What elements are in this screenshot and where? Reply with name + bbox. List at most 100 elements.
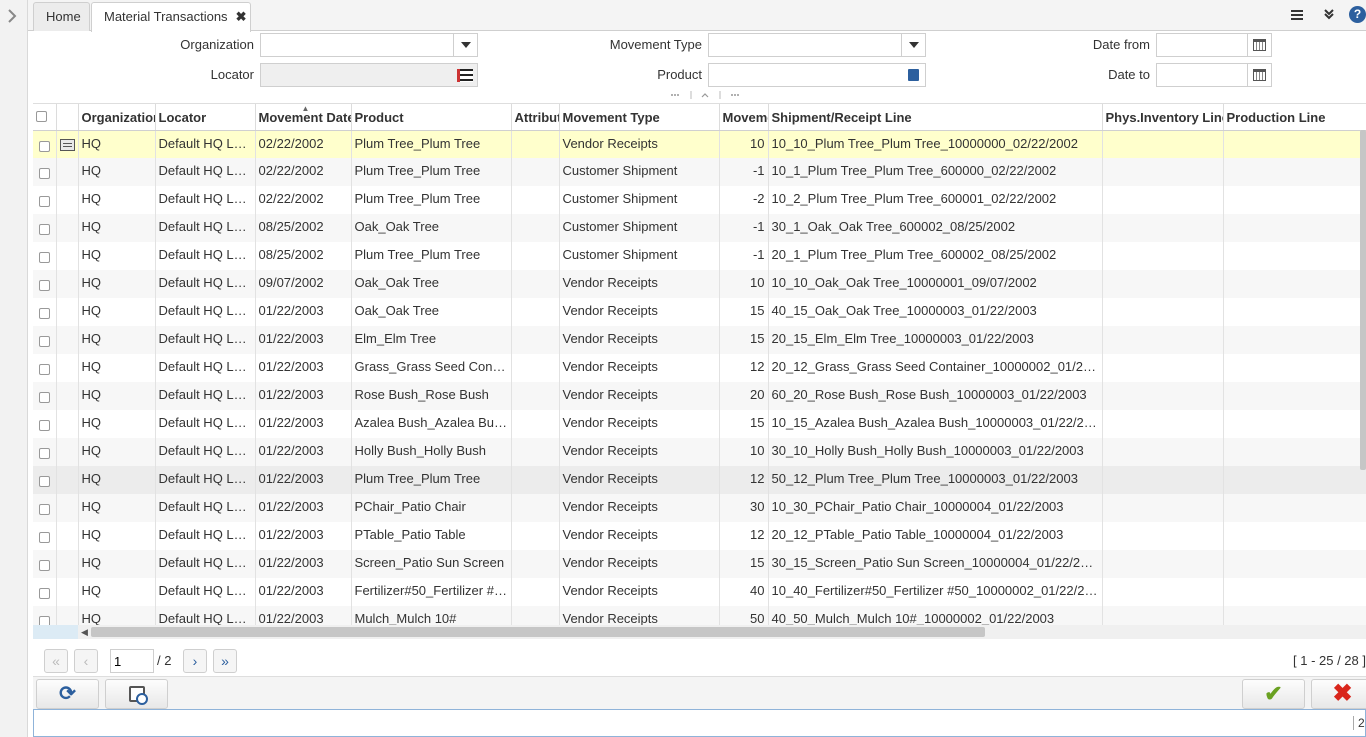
table-row[interactable]: HQDefault HQ Locator01/22/2003Grass_Gras… — [33, 354, 1366, 382]
cell-shipment-line[interactable]: 30_15_Screen_Patio Sun Screen_10000004_0… — [768, 550, 1103, 578]
cell-organization[interactable]: HQ — [78, 410, 156, 438]
cell-organization[interactable]: HQ — [78, 354, 156, 382]
cell-production-line[interactable] — [1223, 410, 1366, 438]
cell-organization[interactable]: HQ — [78, 578, 156, 606]
cell-movement-date[interactable]: 01/22/2003 — [255, 382, 352, 410]
row-checkbox[interactable] — [33, 186, 57, 214]
cell-production-line[interactable] — [1223, 522, 1366, 550]
cell-attribute-set[interactable] — [511, 214, 560, 242]
cell-production-line[interactable] — [1223, 382, 1366, 410]
cell-shipment-line[interactable]: 10_40_Fertilizer#50_Fertilizer #50_10000… — [768, 578, 1103, 606]
cell-movement-type[interactable]: Vendor Receipts — [559, 382, 720, 410]
cell-shipment-line[interactable]: 40_15_Oak_Oak Tree_10000003_01/22/2003 — [768, 298, 1103, 326]
cell-movement-date[interactable]: 09/07/2002 — [255, 270, 352, 298]
cell-movement-type[interactable]: Vendor Receipts — [559, 410, 720, 438]
row-checkbox[interactable] — [33, 466, 57, 494]
cell-organization[interactable]: HQ — [78, 326, 156, 354]
close-icon[interactable]: ✖ — [236, 9, 247, 24]
product-input[interactable] — [709, 64, 925, 86]
column-header-attribute-set[interactable]: Attribute Set Instance — [511, 104, 560, 131]
table-row[interactable]: HQDefault HQ Locator01/22/2003Holly Bush… — [33, 438, 1366, 466]
column-header-movement-quantity[interactable]: Movement Quantity — [719, 104, 769, 131]
chevron-down-icon[interactable] — [901, 34, 925, 56]
cell-shipment-line[interactable]: 10_1_Plum Tree_Plum Tree_600000_02/22/20… — [768, 158, 1103, 186]
cell-product[interactable]: Plum Tree_Plum Tree — [351, 242, 512, 270]
column-header-movement-date[interactable]: ▲ Movement Date — [255, 104, 352, 131]
cell-organization[interactable]: HQ — [78, 382, 156, 410]
cell-product[interactable]: PChair_Patio Chair — [351, 494, 512, 522]
cell-attribute-set[interactable] — [511, 298, 560, 326]
cell-movement-quantity[interactable]: 12 — [719, 354, 769, 382]
cell-shipment-line[interactable]: 10_30_PChair_Patio Chair_10000004_01/22/… — [768, 494, 1103, 522]
column-header-phys-inventory-line[interactable]: Phys.Inventory Line — [1102, 104, 1224, 131]
cell-attribute-set[interactable] — [511, 494, 560, 522]
date-from-field[interactable] — [1156, 33, 1272, 57]
cell-product[interactable]: Elm_Elm Tree — [351, 326, 512, 354]
cell-phys-inventory-line[interactable] — [1102, 270, 1224, 298]
horizontal-scrollbar[interactable]: ◀ — [33, 625, 1366, 639]
cell-locator[interactable]: Default HQ Locator — [155, 326, 256, 354]
cell-movement-quantity[interactable]: -1 — [719, 214, 769, 242]
cell-movement-quantity[interactable]: 40 — [719, 578, 769, 606]
cell-product[interactable]: Screen_Patio Sun Screen — [351, 550, 512, 578]
cell-locator[interactable]: Default HQ Locator — [155, 494, 256, 522]
cell-production-line[interactable] — [1223, 550, 1366, 578]
cell-organization[interactable]: HQ — [78, 550, 156, 578]
cell-locator[interactable]: Default HQ Locator — [155, 242, 256, 270]
search-icon[interactable] — [901, 64, 925, 86]
cell-phys-inventory-line[interactable] — [1102, 214, 1224, 242]
column-header-movement-type[interactable]: Movement Type — [559, 104, 720, 131]
cell-locator[interactable]: Default HQ Locator — [155, 158, 256, 186]
table-row[interactable]: HQDefault HQ Locator01/22/2003Plum Tree_… — [33, 466, 1366, 494]
cell-production-line[interactable] — [1223, 494, 1366, 522]
cell-locator[interactable]: Default HQ Locator — [155, 410, 256, 438]
cell-phys-inventory-line[interactable] — [1102, 494, 1224, 522]
cell-production-line[interactable] — [1223, 186, 1366, 214]
cell-organization[interactable]: HQ — [78, 438, 156, 466]
cell-attribute-set[interactable] — [511, 438, 560, 466]
cell-product[interactable]: PTable_Patio Table — [351, 522, 512, 550]
cell-movement-date[interactable]: 02/22/2002 — [255, 186, 352, 214]
cell-product[interactable]: Plum Tree_Plum Tree — [351, 466, 512, 494]
column-header-product[interactable]: Product — [351, 104, 512, 131]
cell-production-line[interactable] — [1223, 158, 1366, 186]
tab-material-transactions[interactable]: Material Transactions ✖ — [91, 2, 251, 32]
cell-production-line[interactable] — [1223, 466, 1366, 494]
edit-record-icon[interactable] — [59, 138, 75, 151]
cell-shipment-line[interactable]: 10_10_Oak_Oak Tree_10000001_09/07/2002 — [768, 270, 1103, 298]
table-row[interactable]: HQDefault HQ Locator01/22/2003Oak_Oak Tr… — [33, 298, 1366, 326]
cancel-button[interactable]: ✖ — [1311, 679, 1366, 709]
cell-movement-date[interactable]: 01/22/2003 — [255, 550, 352, 578]
refresh-button[interactable]: ⟳ — [36, 679, 99, 709]
last-page-button[interactable]: » — [213, 649, 237, 673]
first-page-button[interactable]: « — [44, 649, 68, 673]
cell-shipment-line[interactable]: 10_10_Plum Tree_Plum Tree_10000000_02/22… — [768, 130, 1103, 158]
cell-attribute-set[interactable] — [511, 578, 560, 606]
cell-movement-quantity[interactable]: 12 — [719, 466, 769, 494]
cell-shipment-line[interactable]: 30_1_Oak_Oak Tree_600002_08/25/2002 — [768, 214, 1103, 242]
cell-movement-quantity[interactable]: 10 — [719, 130, 769, 158]
cell-attribute-set[interactable] — [511, 270, 560, 298]
cell-production-line[interactable] — [1223, 354, 1366, 382]
row-indicator[interactable] — [56, 130, 79, 158]
cell-shipment-line[interactable]: 10_15_Azalea Bush_Azalea Bush_10000003_0… — [768, 410, 1103, 438]
cell-production-line[interactable] — [1223, 298, 1366, 326]
scroll-left-icon[interactable]: ◀ — [81, 625, 88, 639]
cell-locator[interactable]: Default HQ Locator — [155, 270, 256, 298]
double-chevron-down-icon[interactable] — [1320, 6, 1338, 24]
menu-icon[interactable] — [1288, 6, 1306, 24]
cell-phys-inventory-line[interactable] — [1102, 242, 1224, 270]
zoom-button[interactable] — [105, 679, 168, 709]
locator-field[interactable] — [260, 63, 478, 87]
cell-attribute-set[interactable] — [511, 522, 560, 550]
cell-movement-type[interactable]: Customer Shipment — [559, 158, 720, 186]
cell-movement-date[interactable]: 01/22/2003 — [255, 326, 352, 354]
row-checkbox[interactable] — [33, 550, 57, 578]
cell-movement-quantity[interactable]: 12 — [719, 522, 769, 550]
row-checkbox[interactable] — [33, 382, 57, 410]
cell-movement-date[interactable]: 01/22/2003 — [255, 578, 352, 606]
row-checkbox[interactable] — [33, 438, 57, 466]
cell-movement-quantity[interactable]: 15 — [719, 298, 769, 326]
cell-movement-quantity[interactable]: 15 — [719, 550, 769, 578]
column-header-shipment-line[interactable]: Shipment/Receipt Line — [768, 104, 1103, 131]
